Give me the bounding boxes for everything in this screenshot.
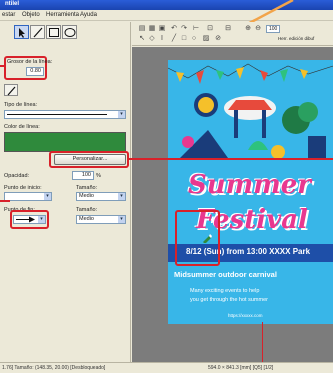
start-point-label: Punto de inicio: — [4, 185, 42, 191]
status-bar: 1.76] Tamaño: (148.35, 20.00) [Desbloque… — [0, 362, 333, 373]
callout-line-end-point — [0, 200, 10, 202]
menu-item-help[interactable]: Ayuda — [80, 12, 97, 18]
text-icon[interactable]: I — [158, 35, 166, 43]
zoom-in-icon[interactable]: ⊕ — [244, 25, 252, 33]
end-size-value: Medio — [79, 216, 94, 222]
chevron-down-icon: ▾ — [44, 193, 51, 200]
solid-line-icon — [7, 114, 107, 115]
node-icon[interactable]: ◇ — [148, 35, 156, 43]
open-icon[interactable]: ▦ — [148, 25, 156, 33]
line-type-label: Tipo de línea: — [4, 102, 38, 108]
start-size-label: Tamaño: — [76, 185, 98, 191]
chevron-down-icon: ▾ — [118, 216, 125, 223]
edit-mode-label: Herr. edición dibuf — [278, 36, 315, 41]
line-type-select[interactable]: ▾ — [4, 110, 126, 119]
line-color-label: Color de línea: — [4, 124, 40, 130]
poster-subtitle: Midsummer outdoor carnival — [174, 270, 277, 279]
opacity-label: Opacidad: — [4, 173, 30, 179]
end-point-select[interactable]: ▾ — [13, 215, 46, 224]
arrow-end-icon — [16, 216, 35, 223]
poster-desc-line1: Many exciting events to help — [190, 288, 260, 294]
opacity-unit: % — [96, 173, 101, 179]
callout-line-bottom — [262, 322, 263, 362]
callout-line-customize — [129, 158, 333, 160]
line-width-input[interactable]: 0.80 — [26, 67, 44, 76]
distribute-icon[interactable]: ⊡ — [206, 25, 214, 33]
start-size-value: Medio — [79, 193, 94, 199]
callout-line-width — [0, 65, 4, 67]
line-width-label: Grosor de la línea: — [7, 59, 53, 65]
zoom-out-icon[interactable]: ⊖ — [254, 25, 262, 33]
customize-button[interactable]: Personalizar... — [54, 154, 126, 165]
new-icon[interactable]: ▤ — [138, 25, 146, 33]
rectangle-tool-button[interactable] — [46, 25, 61, 39]
pen-button[interactable] — [4, 84, 18, 96]
poster-canvas[interactable]: Summer Festival 8/12 (Sun) from 13:00 XX… — [168, 60, 333, 324]
festival-illustration — [168, 63, 333, 160]
ellipse-icon — [64, 28, 76, 37]
menu-item-object[interactable]: Objeto — [22, 12, 40, 18]
link-icon[interactable]: ⊘ — [214, 35, 222, 43]
select-icon[interactable]: ↖ — [138, 35, 146, 43]
end-size-select[interactable]: Medio ▾ — [76, 215, 126, 224]
zoom-level[interactable]: 100 — [266, 25, 281, 33]
rectangle-icon — [49, 28, 59, 37]
line-icon[interactable]: ╱ — [170, 35, 178, 43]
chevron-down-icon: ▾ — [38, 216, 45, 223]
canvas-toolbar: ▤ ▦ ▣ ↶ ↷ ⊢ ⊡ ⊟ ⊕ ⊖ 100 ↖ ◇ I ╱ □ ○ ▨ ⊘ … — [132, 22, 333, 46]
menu-item-file[interactable]: estar — [2, 12, 15, 18]
poster-desc-line2: you get through the hot summer — [190, 297, 268, 303]
undo-icon[interactable]: ↶ — [170, 25, 178, 33]
line-tool-button[interactable] — [30, 25, 45, 39]
line-icon — [33, 27, 43, 38]
image-icon[interactable]: ▨ — [202, 35, 210, 43]
opacity-input[interactable]: 100 — [72, 171, 94, 180]
save-icon[interactable]: ▣ — [158, 25, 166, 33]
rect-icon[interactable]: □ — [180, 35, 188, 43]
align-icon[interactable]: ⊢ — [192, 25, 200, 33]
poster-url: https://xxxxx.com — [228, 313, 263, 318]
redo-icon[interactable]: ↷ — [180, 25, 188, 33]
chevron-down-icon: ▾ — [118, 193, 125, 200]
circle-icon[interactable]: ○ — [190, 35, 198, 43]
end-size-label: Tamaño: — [76, 207, 98, 213]
menu-item-tool[interactable]: Herramienta — [46, 12, 79, 18]
select-tool-button[interactable] — [14, 25, 29, 39]
start-size-select[interactable]: Medio ▾ — [76, 192, 126, 201]
pointer-icon — [19, 28, 25, 38]
status-right: 594.0 × 841.3 [mm] [Q5] [1/2] — [208, 365, 274, 371]
line-color-swatch[interactable] — [4, 132, 126, 152]
status-left: 1.76] Tamaño: (148.35, 20.00) [Desbloque… — [2, 365, 106, 371]
chevron-down-icon: ▾ — [118, 111, 125, 118]
pen-icon — [7, 86, 16, 96]
arrow-highlight — [175, 210, 220, 266]
ellipse-tool-button[interactable] — [62, 25, 77, 39]
start-point-select[interactable]: ▾ — [4, 192, 52, 201]
window-title: ntilel — [5, 1, 20, 7]
properties-panel: Grosor de la línea: 0.80 Tipo de línea: … — [0, 22, 131, 362]
layer-icon[interactable]: ⊟ — [224, 25, 232, 33]
poster-title-line1: Summer — [188, 170, 311, 200]
